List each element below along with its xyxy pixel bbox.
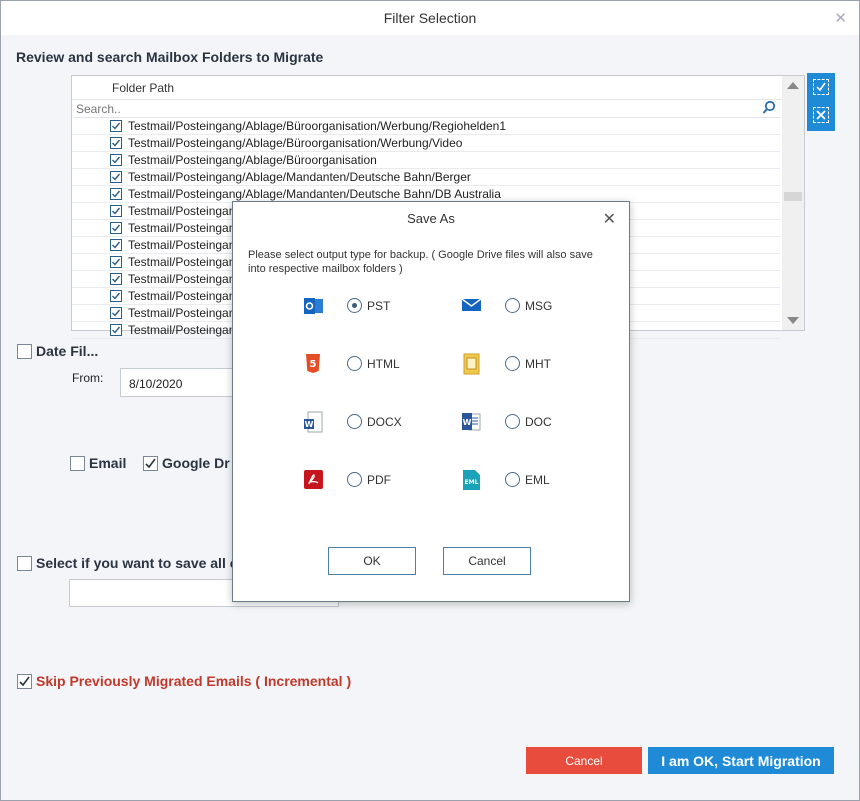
dialog-cancel-button[interactable]: Cancel [443, 547, 531, 575]
folder-path-text: Testmail/Posteingang/Ablage/Büroorganisa… [128, 119, 507, 133]
radio-html[interactable] [347, 356, 362, 371]
folder-checkbox[interactable] [110, 188, 122, 200]
from-date-field[interactable]: 8/10/2020 [120, 368, 240, 397]
folder-path-text: Testmail/Posteingang/Ablage/Mandanten/De… [128, 170, 471, 184]
google-drive-checkbox[interactable] [143, 456, 158, 471]
outlook-pst-icon [304, 298, 323, 314]
folder-checkbox[interactable] [110, 290, 122, 302]
radio-pdf[interactable] [347, 472, 362, 487]
folder-scrollbar[interactable] [782, 76, 804, 330]
folder-row[interactable]: Testmail/Posteingang/Ablage/Büroorganisa… [72, 152, 780, 169]
save-all-label: Select if you want to save all c [36, 555, 238, 571]
save-all-checkbox[interactable] [17, 556, 32, 571]
radio-msg[interactable] [505, 298, 520, 313]
folder-path-text: Testmail/Posteingang/Ablage/Büroorganisa… [128, 136, 463, 150]
folder-search [74, 100, 780, 118]
selection-tools [807, 73, 835, 131]
folder-checkbox[interactable] [110, 307, 122, 319]
dialog-ok-button[interactable]: OK [328, 547, 416, 575]
close-icon[interactable]: ✕ [834, 9, 847, 27]
email-label: Email [89, 455, 127, 471]
window-title: Filter Selection [383, 10, 477, 26]
radio-pst[interactable] [347, 298, 362, 313]
scroll-thumb[interactable] [784, 192, 802, 201]
html5-icon: 5 [306, 354, 320, 373]
save-as-dialog: Save As ✕ Please select output type for … [232, 201, 630, 602]
option-label: DOCX [367, 415, 402, 429]
option-label: PDF [367, 473, 391, 487]
title-bar: Filter Selection ✕ [1, 1, 859, 35]
svg-text:W: W [305, 420, 314, 429]
folder-row[interactable]: Testmail/Posteingang/Ablage/Mandanten/De… [72, 169, 780, 186]
svg-text:EML: EML [465, 479, 479, 486]
word-docx-icon: W [304, 411, 323, 433]
cancel-button[interactable]: Cancel [526, 747, 642, 774]
google-drive-label: Google Dr [162, 455, 230, 471]
option-label: DOC [525, 415, 552, 429]
radio-eml[interactable] [505, 472, 520, 487]
skip-migrated-checkbox[interactable] [17, 674, 32, 689]
mht-file-icon [463, 353, 480, 375]
radio-doc[interactable] [505, 414, 520, 429]
folder-path-text: Testmail/Posteingang/Ablage/Mandanten/De… [128, 187, 501, 201]
select-all-icon[interactable] [813, 79, 829, 95]
start-migration-button[interactable]: I am OK, Start Migration [648, 747, 834, 774]
envelope-msg-icon [461, 298, 481, 311]
folder-row[interactable]: Testmail/Posteingang/Ablage/Büroorganisa… [72, 135, 780, 152]
folder-checkbox[interactable] [110, 222, 122, 234]
folder-checkbox[interactable] [110, 154, 122, 166]
dialog-close-icon[interactable]: ✕ [603, 209, 616, 229]
folder-path-text: Testmail/Posteingang/Ablage/Büroorganisa… [128, 153, 377, 167]
dialog-message: Please select output type for backup. ( … [248, 249, 593, 275]
option-label: MHT [525, 357, 551, 371]
radio-docx[interactable] [347, 414, 362, 429]
option-label: EML [525, 473, 550, 487]
dialog-title: Save As [407, 211, 455, 226]
svg-text:5: 5 [310, 359, 317, 370]
folder-checkbox[interactable] [110, 171, 122, 183]
deselect-all-icon[interactable] [813, 107, 829, 123]
scroll-up-icon[interactable] [787, 82, 799, 89]
folder-checkbox[interactable] [110, 324, 122, 336]
option-label: MSG [525, 299, 553, 313]
folder-checkbox[interactable] [110, 205, 122, 217]
svg-text:W: W [463, 418, 472, 427]
from-label: From: [72, 371, 104, 385]
folder-checkbox[interactable] [110, 120, 122, 132]
skip-migrated-label: Skip Previously Migrated Emails ( Increm… [36, 673, 352, 689]
folder-checkbox[interactable] [110, 256, 122, 268]
word-doc-icon: W [462, 413, 481, 431]
email-checkbox[interactable] [70, 456, 85, 471]
folder-checkbox[interactable] [110, 273, 122, 285]
folder-search-input[interactable] [74, 100, 754, 117]
date-filter-checkbox[interactable] [17, 344, 32, 359]
pdf-icon [304, 470, 323, 489]
eml-file-icon: EML [463, 470, 480, 490]
scroll-down-icon[interactable] [787, 317, 799, 324]
folder-checkbox[interactable] [110, 137, 122, 149]
folder-path-header: Folder Path [72, 76, 804, 100]
filter-selection-window: Filter Selection ✕ Review and search Mai… [0, 0, 860, 801]
search-icon[interactable] [762, 100, 776, 116]
option-label: HTML [367, 357, 400, 371]
date-filter-label: Date Fil... [36, 343, 99, 359]
section-heading: Review and search Mailbox Folders to Mig… [16, 49, 324, 65]
folder-row[interactable]: Testmail/Posteingang/Ablage/Büroorganisa… [72, 118, 780, 135]
option-label: PST [367, 299, 391, 313]
folder-checkbox[interactable] [110, 239, 122, 251]
radio-mht[interactable] [505, 356, 520, 371]
